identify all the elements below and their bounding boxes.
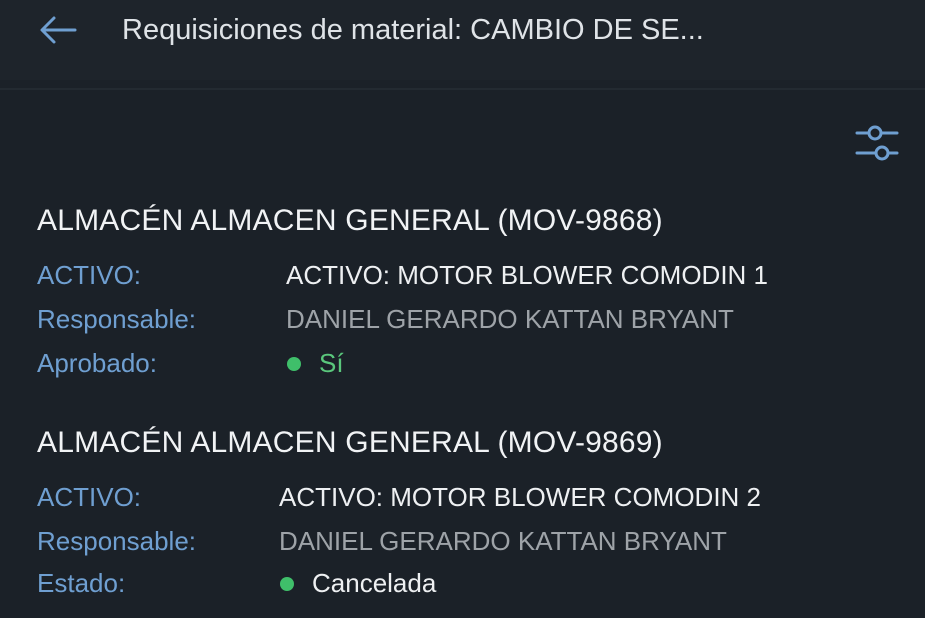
page-title: Requisiciones de material: CAMBIO DE SE.… xyxy=(122,14,704,46)
requisition-card[interactable]: ALMACÉN ALMACEN GENERAL (MOV-9868) ACTIV… xyxy=(37,204,907,378)
value-activo: ACTIVO: MOTOR BLOWER COMODIN 2 xyxy=(279,482,762,512)
status-dot-icon xyxy=(287,356,301,371)
value-activo: ACTIVO: MOTOR BLOWER COMODIN 1 xyxy=(286,260,769,290)
label-activo: ACTIVO: xyxy=(37,482,142,512)
status-dot-icon xyxy=(280,576,294,591)
row-aprobado: Aprobado: Sí xyxy=(37,348,897,382)
row-estado: Estado: Cancelada xyxy=(37,568,897,602)
back-button[interactable] xyxy=(34,12,82,48)
filter-button[interactable] xyxy=(850,118,904,168)
row-responsable: Responsable: DANIEL GERARDO KATTAN BRYAN… xyxy=(37,526,897,560)
card-title: ALMACÉN ALMACEN GENERAL (MOV-9869) xyxy=(37,426,663,459)
row-activo: ACTIVO: ACTIVO: MOTOR BLOWER COMODIN 1 xyxy=(37,260,897,294)
sliders-icon xyxy=(855,125,899,161)
label-aprobado: Aprobado: xyxy=(37,348,157,378)
label-responsable: Responsable: xyxy=(37,526,196,556)
value-estado: Cancelada xyxy=(312,568,437,598)
value-responsable: DANIEL GERARDO KATTAN BRYANT xyxy=(279,526,727,556)
arrow-left-icon xyxy=(40,16,77,44)
app-bar: Requisiciones de material: CAMBIO DE SE.… xyxy=(0,0,925,80)
requisition-card[interactable]: ALMACÉN ALMACEN GENERAL (MOV-9869) ACTIV… xyxy=(37,426,907,598)
card-title: ALMACÉN ALMACEN GENERAL (MOV-9868) xyxy=(37,204,663,237)
label-responsable: Responsable: xyxy=(37,304,196,334)
value-responsable: DANIEL GERARDO KATTAN BRYANT xyxy=(286,304,734,334)
label-estado: Estado: xyxy=(37,568,126,598)
status-cancelled: Cancelada xyxy=(280,568,436,599)
value-aprobado: Sí xyxy=(319,348,344,378)
status-approved: Sí xyxy=(287,348,344,379)
divider xyxy=(0,88,925,90)
row-responsable: Responsable: DANIEL GERARDO KATTAN BRYAN… xyxy=(37,304,897,338)
row-activo: ACTIVO: ACTIVO: MOTOR BLOWER COMODIN 2 xyxy=(37,482,897,516)
label-activo: ACTIVO: xyxy=(37,260,142,290)
